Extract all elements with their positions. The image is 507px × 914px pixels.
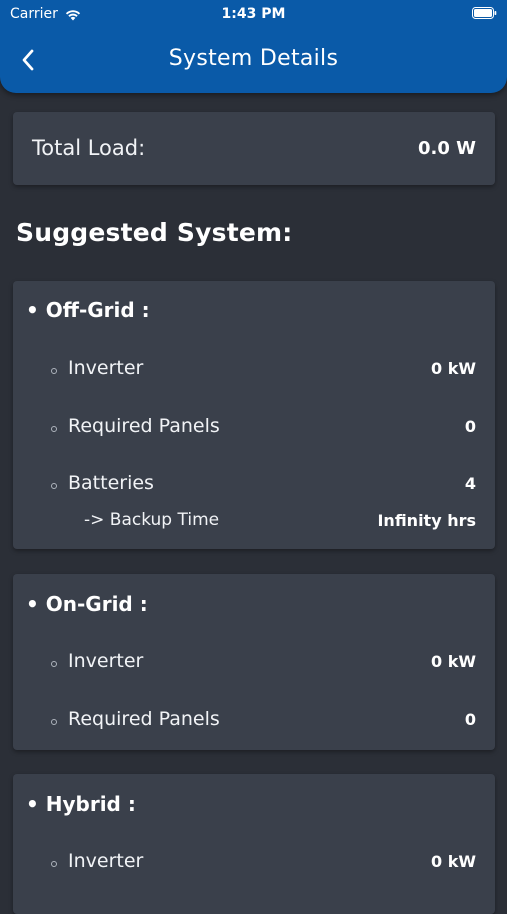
circle-bullet-icon <box>51 861 57 867</box>
off-grid-inverter-row: Inverter 0 kW <box>13 355 495 385</box>
page-title: System Details <box>168 46 339 71</box>
off-grid-panels-value: 0 <box>464 417 476 436</box>
circle-bullet-icon <box>51 426 57 432</box>
off-grid-inverter-label: Inverter <box>68 357 144 379</box>
off-grid-batteries-label: Batteries <box>68 472 154 494</box>
off-grid-panels-row: Required Panels 0 <box>13 413 495 443</box>
hybrid-inverter-value: 0 kW <box>431 852 476 871</box>
on-grid-inverter-row: Inverter 0 kW <box>13 648 495 678</box>
total-load-label: Total Load: <box>32 136 146 160</box>
status-bar: Carrier 1:43 PM <box>0 0 507 28</box>
status-time: 1:43 PM <box>221 6 286 22</box>
circle-bullet-icon <box>51 719 57 725</box>
on-grid-panels-row: Required Panels 0 <box>13 706 495 736</box>
on-grid-panels-value: 0 <box>464 710 476 729</box>
battery-icon <box>472 7 497 19</box>
off-grid-panels-label: Required Panels <box>68 415 220 437</box>
total-load-value: 0.0 W <box>417 138 476 159</box>
off-grid-backup-value: Infinity hrs <box>377 511 476 530</box>
total-load-card: Total Load: 0.0 W <box>13 112 495 185</box>
on-grid-inverter-value: 0 kW <box>431 652 476 671</box>
hybrid-inverter-row: Inverter 0 kW <box>13 848 495 878</box>
circle-bullet-icon <box>51 661 57 667</box>
off-grid-batteries-row: Batteries 4 <box>13 470 495 500</box>
suggested-system-heading: Suggested System: <box>16 218 293 247</box>
off-grid-card: • Off-Grid : Inverter 0 kW Required Pane… <box>13 281 495 549</box>
off-grid-backup-label: -> Backup Time <box>84 510 220 530</box>
app-header: Carrier 1:43 PM System Details <box>0 0 507 93</box>
hybrid-card: • Hybrid : Inverter 0 kW <box>13 774 495 914</box>
off-grid-batteries-value: 4 <box>464 474 476 493</box>
circle-bullet-icon <box>51 368 57 374</box>
off-grid-inverter-value: 0 kW <box>431 359 476 378</box>
off-grid-title: • Off-Grid : <box>26 298 150 322</box>
hybrid-title: • Hybrid : <box>26 792 136 816</box>
on-grid-title: • On-Grid : <box>26 592 148 616</box>
on-grid-card: • On-Grid : Inverter 0 kW Required Panel… <box>13 574 495 750</box>
hybrid-inverter-label: Inverter <box>68 850 144 872</box>
off-grid-backup-row: -> Backup Time Infinity hrs <box>13 506 495 536</box>
circle-bullet-icon <box>51 483 57 489</box>
on-grid-panels-label: Required Panels <box>68 708 220 730</box>
on-grid-inverter-label: Inverter <box>68 650 144 672</box>
navigation-bar: System Details <box>0 38 507 82</box>
